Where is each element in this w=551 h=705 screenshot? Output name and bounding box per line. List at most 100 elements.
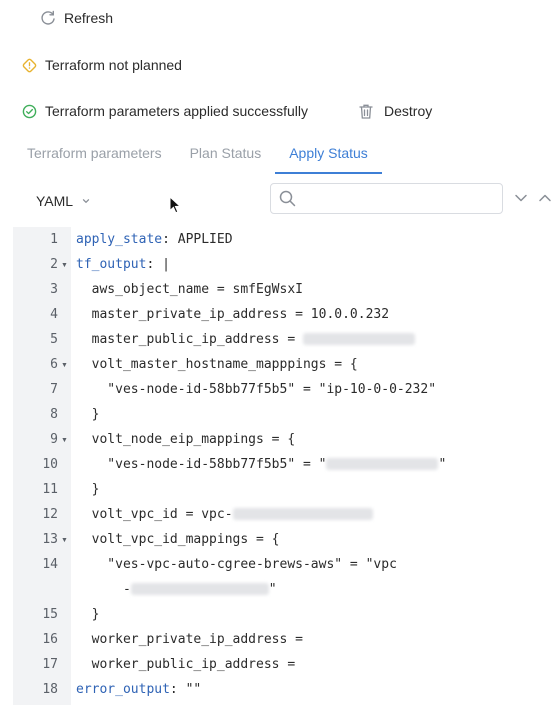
fold-arrow-icon[interactable]: ▼	[61, 262, 68, 269]
code-line: 3 aws_object_name = smfEgWsxI	[13, 277, 551, 302]
line-text-suffix: "	[268, 582, 277, 597]
line-text: }	[76, 407, 100, 422]
line-number: 9	[50, 432, 58, 447]
line-number: 17	[42, 657, 58, 672]
check-circle-icon	[22, 104, 37, 118]
line-text: master_private_ip_address = 10.0.0.232	[76, 307, 390, 322]
line-text-value: master_public_ip_address =	[76, 332, 303, 347]
redacted-value	[130, 582, 269, 595]
line-number: 3	[50, 282, 58, 297]
fold-arrow-icon[interactable]: ▼	[61, 362, 68, 369]
code-line: 2 ▼ tf_output: |	[13, 252, 551, 277]
fold-arrow-icon[interactable]: ▼	[61, 537, 68, 544]
code-line: 6 ▼ volt_master_hostname_mapppings = {	[13, 352, 551, 377]
chevron-down-icon[interactable]	[513, 191, 529, 205]
line-number: 4	[50, 307, 58, 322]
line-number: 6	[50, 357, 58, 372]
code-line: 8 }	[13, 402, 551, 427]
search-box[interactable]	[270, 183, 503, 214]
line-text: volt_node_eip_mappings = {	[76, 432, 296, 447]
line-number: 14	[42, 557, 58, 572]
line-text: "ves-vpc-auto-cgree-brews-aws" = "vpc	[76, 557, 397, 572]
destroy-button[interactable]: Destroy	[358, 101, 432, 121]
mouse-cursor-icon	[169, 196, 181, 214]
refresh-icon	[41, 10, 55, 25]
redacted-value	[232, 507, 373, 520]
code-line: 5 master_public_ip_address =	[13, 327, 551, 352]
code-line: 14 "ves-vpc-auto-cgree-brews-aws" = "vpc…	[13, 552, 551, 602]
line-text: "ves-node-id-58bb77f5b5" = "ip-10-0-0-23…	[76, 382, 437, 397]
line-number: 11	[42, 482, 58, 497]
code-line: 10 "ves-node-id-58bb77f5b5" = " "	[13, 452, 551, 477]
code-editor[interactable]: 1 apply_state: APPLIED 2 ▼ tf_output: | …	[13, 227, 551, 705]
line-text: "ves-node-id-58bb77f5b5" = " "	[76, 452, 446, 477]
search-icon	[279, 190, 296, 207]
yaml-key: error_output	[76, 682, 170, 697]
refresh-label: Refresh	[64, 10, 114, 26]
line-number: 13	[42, 532, 58, 547]
code-line: 1 apply_state: APPLIED	[13, 227, 551, 252]
trash-icon	[359, 104, 373, 119]
plan-status: Terraform not planned	[22, 55, 182, 75]
code-line: 9 ▼ volt_node_eip_mappings = {	[13, 427, 551, 452]
plan-status-text: Terraform not planned	[45, 57, 182, 73]
chevron-up-icon[interactable]	[537, 191, 551, 205]
yaml-value: : APPLIED	[162, 232, 233, 247]
yaml-key: tf_output	[76, 257, 147, 272]
line-text-value: -	[76, 582, 131, 597]
line-text: aws_object_name = smfEgWsxI	[76, 282, 303, 297]
code-line: 16 worker_private_ip_address =	[13, 627, 551, 652]
code-line: 12 volt_vpc_id = vpc-	[13, 502, 551, 527]
line-number: 10	[42, 457, 58, 472]
line-text: volt_vpc_id_mappings = {	[76, 532, 280, 547]
tab-plan-status[interactable]: Plan Status	[190, 145, 262, 174]
code-line: 18 error_output: ""	[13, 677, 551, 702]
redacted-value	[326, 457, 439, 470]
search-input[interactable]	[302, 191, 492, 206]
line-number: 7	[50, 382, 58, 397]
code-line: 7 "ves-node-id-58bb77f5b5" = "ip-10-0-0-…	[13, 377, 551, 402]
code-line: 17 worker_public_ip_address =	[13, 652, 551, 677]
line-text: }	[76, 607, 100, 622]
tab-bar: Terraform parameters Plan Status Apply S…	[27, 145, 410, 174]
line-number: 16	[42, 632, 58, 647]
line-number: 5	[50, 332, 58, 347]
line-text: apply_state: APPLIED	[76, 227, 233, 252]
line-text-value: volt_vpc_id = vpc-	[76, 507, 233, 522]
line-number: 12	[42, 507, 58, 522]
line-text: worker_public_ip_address =	[76, 657, 296, 672]
line-text: }	[76, 482, 100, 497]
code-line: 11 }	[13, 477, 551, 502]
line-text: volt_master_hostname_mapppings = {	[76, 357, 358, 372]
yaml-value: : ""	[169, 682, 202, 697]
line-number: 2	[50, 257, 58, 272]
line-text: worker_private_ip_address =	[76, 632, 303, 647]
line-text-wrapped: - "	[76, 577, 277, 602]
apply-status-text: Terraform parameters applied successfull…	[45, 103, 308, 119]
code-line: 4 master_private_ip_address = 10.0.0.232	[13, 302, 551, 327]
warning-icon	[22, 58, 37, 72]
line-text: error_output: ""	[76, 677, 201, 702]
line-number: 1	[50, 232, 58, 247]
line-text: volt_vpc_id = vpc-	[76, 502, 373, 527]
refresh-button[interactable]: Refresh	[40, 8, 113, 28]
chevron-down-icon	[82, 199, 90, 203]
line-text-value: "ves-node-id-58bb77f5b5" = "	[76, 457, 327, 472]
line-number: 18	[42, 682, 58, 697]
line-text: tf_output: |	[76, 252, 170, 277]
yaml-value: : |	[146, 257, 170, 272]
tab-apply-status[interactable]: Apply Status	[275, 145, 382, 174]
line-text-suffix: "	[438, 457, 447, 472]
fold-arrow-icon[interactable]: ▼	[61, 437, 68, 444]
yaml-key: apply_state	[76, 232, 163, 247]
line-number: 15	[42, 607, 58, 622]
line-number: 8	[50, 407, 58, 422]
redacted-value	[302, 332, 415, 345]
line-text: master_public_ip_address =	[76, 327, 415, 352]
format-select[interactable]: YAML	[36, 192, 91, 210]
format-select-value: YAML	[36, 193, 74, 209]
destroy-label: Destroy	[384, 103, 433, 119]
apply-status: Terraform parameters applied successfull…	[22, 101, 308, 121]
tab-terraform-parameters[interactable]: Terraform parameters	[27, 145, 162, 174]
code-line: 13 ▼ volt_vpc_id_mappings = {	[13, 527, 551, 552]
